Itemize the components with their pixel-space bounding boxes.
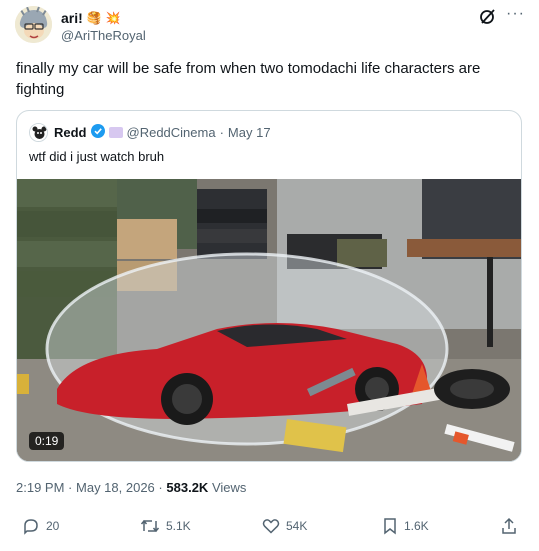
quoted-display-name[interactable]: Redd <box>54 125 87 140</box>
quoted-tweet[interactable]: Redd @ReddCinema · May 17 wtf did i just… <box>16 110 522 462</box>
explosion-emoji: 💥 <box>105 11 121 25</box>
user-avatar[interactable] <box>15 6 52 43</box>
repost-button[interactable]: 5.1K <box>140 517 191 535</box>
affiliate-badge-icon <box>108 127 123 138</box>
bookmark-count: 1.6K <box>404 519 429 533</box>
more-icon[interactable]: ··· <box>506 6 525 22</box>
grok-icon[interactable] <box>478 7 498 27</box>
reply-button[interactable]: 20 <box>22 517 59 535</box>
tweet-text: finally my car will be safe from when tw… <box>16 60 481 98</box>
tweet-meta: 2:19 PM · May 18, 2026 · 583.2K Views <box>16 480 246 495</box>
quoted-header: Redd @ReddCinema · May 17 <box>54 124 271 141</box>
video-frame <box>17 179 521 461</box>
meta-separator: · <box>68 480 73 495</box>
pancake-emoji: 🥞 <box>86 11 102 25</box>
quoted-separator: · <box>219 125 224 140</box>
reply-icon <box>24 519 38 535</box>
repost-count: 5.1K <box>166 519 191 533</box>
quoted-handle[interactable]: @ReddCinema <box>127 125 216 140</box>
author-handle[interactable]: @AriTheRoyal <box>61 28 146 43</box>
quoted-text: wtf did i just watch bruh <box>29 149 165 164</box>
quoted-video[interactable]: 0:19 <box>17 179 521 461</box>
repost-icon <box>140 519 160 533</box>
verified-icon <box>90 124 105 141</box>
bookmark-button[interactable]: 1.6K <box>382 517 429 535</box>
like-icon <box>262 519 280 534</box>
meta-separator-2: · <box>158 480 163 495</box>
like-count: 54K <box>286 519 308 533</box>
like-button[interactable]: 54K <box>262 517 307 535</box>
quoted-date[interactable]: May 17 <box>228 125 271 140</box>
reply-count: 20 <box>46 519 60 533</box>
author-name-row[interactable]: ari! 🥞 💥 <box>61 10 121 26</box>
action-bar: 20 5.1K 54K 1.6K <box>0 517 539 545</box>
video-duration: 0:19 <box>29 432 65 450</box>
author-display-name[interactable]: ari! <box>61 10 83 26</box>
views-label: Views <box>211 480 247 495</box>
share-icon <box>502 517 516 534</box>
tweet-date[interactable]: May 18, 2026 <box>76 480 155 495</box>
share-button[interactable] <box>500 517 518 535</box>
quoted-avatar[interactable] <box>29 123 48 142</box>
bookmark-icon <box>384 518 396 535</box>
tweet-time[interactable]: 2:19 PM <box>16 480 64 495</box>
views-count: 583.2K <box>166 480 209 495</box>
